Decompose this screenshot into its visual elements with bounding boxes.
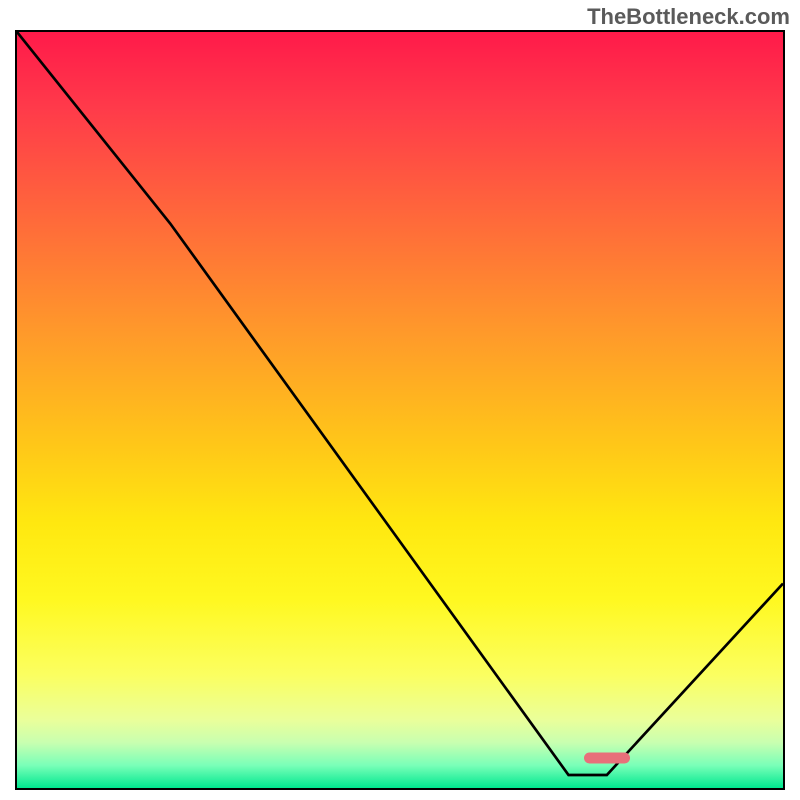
line-curve (17, 32, 783, 790)
highlight-marker (584, 752, 630, 763)
plot-area (15, 30, 785, 790)
watermark-text: TheBottleneck.com (587, 4, 790, 30)
